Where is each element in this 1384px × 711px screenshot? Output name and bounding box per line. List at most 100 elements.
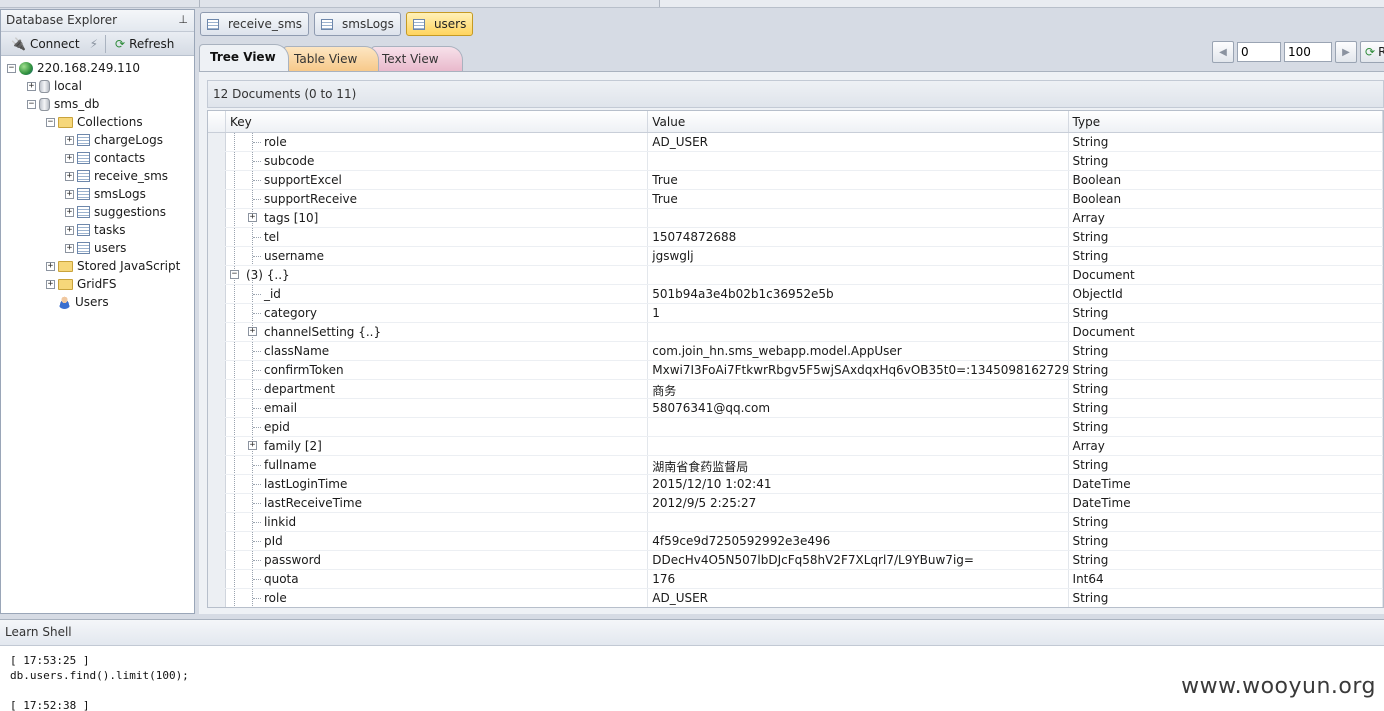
cell-value[interactable]: 176 [648, 570, 1069, 588]
table-row[interactable]: email 58076341@qq.com String [208, 399, 1383, 418]
cell-value[interactable]: 4f59ce9d7250592992e3e496 [648, 532, 1069, 550]
tree-collection-tasks[interactable]: + tasks [7, 221, 194, 239]
row-selector[interactable] [208, 209, 226, 227]
expand-icon[interactable]: + [247, 441, 257, 450]
tree-db-sms-db[interactable]: − sms_db [7, 95, 194, 113]
table-row[interactable]: + family [2] Array [208, 437, 1383, 456]
row-selector[interactable] [208, 399, 226, 417]
table-row[interactable]: pId 4f59ce9d7250592992e3e496 String [208, 532, 1383, 551]
row-selector[interactable] [208, 190, 226, 208]
table-row[interactable]: + tags [10] Array [208, 209, 1383, 228]
row-selector[interactable] [208, 551, 226, 569]
expand-icon[interactable]: + [27, 81, 36, 91]
tab-receive-sms[interactable]: receive_sms [200, 12, 310, 36]
row-selector[interactable] [208, 285, 226, 303]
tree-collection-smslogs[interactable]: + smsLogs [7, 185, 194, 203]
column-header-value[interactable]: Value [648, 111, 1069, 132]
table-row[interactable]: _id 501b94a3e4b02b1c36952e5b ObjectId [208, 285, 1383, 304]
tab-tree-view[interactable]: Tree View [199, 44, 289, 71]
tree-collections-folder[interactable]: − Collections [7, 113, 194, 131]
cell-value[interactable] [648, 513, 1069, 531]
expand-icon[interactable]: + [247, 327, 257, 336]
collapse-icon[interactable]: − [46, 117, 55, 127]
table-row[interactable]: role AD_USER String [208, 589, 1383, 607]
expand-icon[interactable]: + [65, 207, 74, 217]
row-selector[interactable] [208, 152, 226, 170]
expand-icon[interactable]: + [65, 171, 74, 181]
row-selector[interactable] [208, 494, 226, 512]
row-selector[interactable] [208, 475, 226, 493]
limit-input[interactable] [1284, 42, 1332, 62]
cell-value[interactable]: jgswglj [648, 247, 1069, 265]
expand-icon[interactable]: + [65, 135, 74, 145]
cell-value[interactable]: True [648, 171, 1069, 189]
expand-icon[interactable]: + [65, 243, 74, 253]
tree-collection-users[interactable]: + users [7, 239, 194, 257]
row-selector[interactable] [208, 133, 226, 151]
run-refresh-button[interactable]: ⟳ R [1360, 41, 1384, 63]
row-selector[interactable] [208, 513, 226, 531]
cell-value[interactable]: 2012/9/5 2:25:27 [648, 494, 1069, 512]
cell-value[interactable]: 商务 [648, 380, 1069, 398]
cell-value[interactable]: AD_USER [648, 589, 1069, 607]
row-selector[interactable] [208, 456, 226, 474]
cell-value[interactable] [648, 266, 1069, 284]
cell-value[interactable]: 1 [648, 304, 1069, 322]
row-selector[interactable] [208, 380, 226, 398]
connect-button[interactable]: 🔌 Connect [5, 35, 86, 53]
collapse-icon[interactable]: − [7, 63, 16, 73]
next-page-button[interactable]: ▶ [1335, 41, 1357, 63]
table-row[interactable]: linkid String [208, 513, 1383, 532]
row-selector[interactable] [208, 342, 226, 360]
expand-icon[interactable]: + [46, 261, 55, 271]
table-row[interactable]: subcode String [208, 152, 1383, 171]
refresh-button[interactable]: ⟳ Refresh [109, 35, 180, 53]
tab-table-view[interactable]: Table View [283, 46, 379, 71]
table-row[interactable]: supportReceive True Boolean [208, 190, 1383, 209]
table-row[interactable]: password DDecHv4O5N507lbDJcFq58hV2F7XLqrl… [208, 551, 1383, 570]
expand-icon[interactable]: + [247, 213, 257, 222]
table-row[interactable]: username jgswglj String [208, 247, 1383, 266]
cell-value[interactable] [648, 323, 1069, 341]
row-selector[interactable] [208, 570, 226, 588]
table-row[interactable]: epid String [208, 418, 1383, 437]
previous-page-button[interactable]: ◀ [1212, 41, 1234, 63]
cell-value[interactable]: AD_USER [648, 133, 1069, 151]
tree-gridfs[interactable]: + GridFS [7, 275, 194, 293]
expand-icon[interactable]: + [65, 189, 74, 199]
tree-stored-javascript[interactable]: + Stored JavaScript [7, 257, 194, 275]
disconnect-icon[interactable]: ⚡ [86, 37, 102, 51]
row-selector[interactable] [208, 171, 226, 189]
cell-value[interactable]: 2015/12/10 1:02:41 [648, 475, 1069, 493]
row-selector[interactable] [208, 437, 226, 455]
cell-value[interactable]: True [648, 190, 1069, 208]
table-row[interactable]: quota 176 Int64 [208, 570, 1383, 589]
cell-value[interactable]: Mxwi7I3FoAi7FtkwrRbgv5F5wjSAxdqxHq6vOB35… [648, 361, 1069, 379]
tab-text-view[interactable]: Text View [371, 46, 463, 71]
cell-value[interactable]: 501b94a3e4b02b1c36952e5b [648, 285, 1069, 303]
expand-icon[interactable]: + [65, 225, 74, 235]
tab-users[interactable]: users [405, 12, 474, 36]
column-header-key[interactable]: Key [226, 111, 649, 132]
cell-value[interactable] [648, 152, 1069, 170]
tree-server-node[interactable]: − 220.168.249.110 [7, 59, 194, 77]
table-row[interactable]: role AD_USER String [208, 133, 1383, 152]
tree-collection-suggestions[interactable]: + suggestions [7, 203, 194, 221]
row-selector[interactable] [208, 589, 226, 607]
table-row[interactable]: lastReceiveTime 2012/9/5 2:25:27 DateTime [208, 494, 1383, 513]
row-selector[interactable] [208, 247, 226, 265]
expand-icon[interactable]: + [65, 153, 74, 163]
pin-icon[interactable]: ⊥ [178, 13, 188, 26]
skip-input[interactable] [1237, 42, 1281, 62]
row-selector[interactable] [208, 266, 226, 284]
tree-users[interactable]: Users [7, 293, 194, 311]
expand-icon[interactable]: + [46, 279, 55, 289]
cell-value[interactable] [648, 209, 1069, 227]
table-row[interactable]: department 商务 String [208, 380, 1383, 399]
cell-value[interactable]: com.join_hn.sms_webapp.model.AppUser [648, 342, 1069, 360]
table-row[interactable]: supportExcel True Boolean [208, 171, 1383, 190]
row-selector[interactable] [208, 228, 226, 246]
cell-value[interactable]: 湖南省食药监督局 [648, 456, 1069, 474]
row-selector[interactable] [208, 323, 226, 341]
cell-value[interactable]: 58076341@qq.com [648, 399, 1069, 417]
